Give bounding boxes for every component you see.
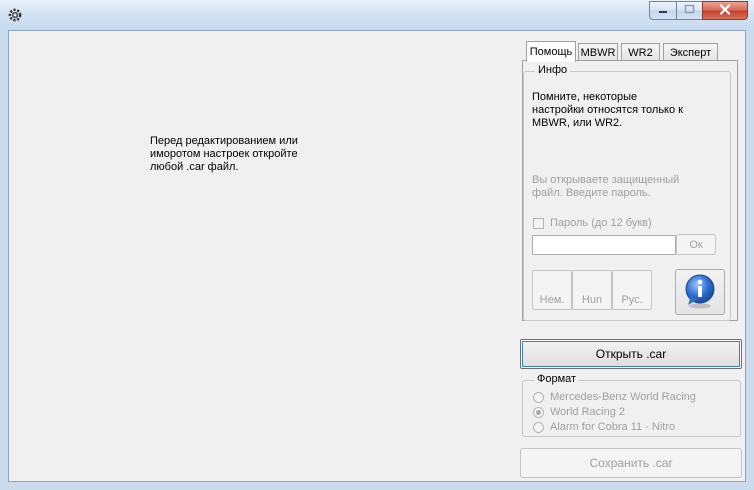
password-checkbox-row[interactable]: Пароль (до 12 букв) xyxy=(533,217,652,229)
help-tab-panel: Инфо Помните, некоторые настройки относя… xyxy=(522,60,738,321)
format-option-wr2[interactable]: World Racing 2 xyxy=(533,406,625,418)
tab-label: MBWR xyxy=(580,46,616,59)
password-checkbox-label: Пароль (до 12 букв) xyxy=(550,217,652,229)
tab-expert[interactable]: Эксперт xyxy=(663,43,718,61)
format-option-mbwr[interactable]: Mercedes-Benz World Racing xyxy=(533,391,696,403)
format-radio[interactable] xyxy=(533,406,544,418)
save-car-button-label: Сохранить .car xyxy=(589,456,673,470)
preview-pane: Перед редактированием или иморотом настр… xyxy=(9,31,513,481)
password-input[interactable] xyxy=(532,235,676,255)
lang-label: Hun xyxy=(581,294,603,306)
info-group: Инфо Помните, некоторые настройки относя… xyxy=(523,64,731,321)
lang-hungarian-button[interactable]: Hun xyxy=(572,270,612,310)
tab-wr2[interactable]: WR2 xyxy=(621,43,660,61)
info-group-label: Инфо xyxy=(535,64,571,76)
format-option-label: World Racing 2 xyxy=(550,406,625,418)
close-icon xyxy=(719,3,731,18)
format-option-cobra11[interactable]: Alarm for Cobra 11 - Nitro xyxy=(533,421,675,433)
client-area: Перед редактированием или иморотом настр… xyxy=(8,30,746,482)
protected-file-text: Вы открываете защищенный файл. Введите п… xyxy=(532,174,680,199)
save-car-button[interactable]: Сохранить .car xyxy=(520,448,742,478)
format-group-label: Формат xyxy=(534,373,580,385)
ok-button[interactable]: Ок xyxy=(676,234,716,255)
lang-german-button[interactable]: Нем. xyxy=(532,270,572,310)
tab-mbwr[interactable]: MBWR xyxy=(578,43,618,61)
minimize-icon xyxy=(658,5,668,17)
lang-label: Нем. xyxy=(539,294,565,306)
format-radio[interactable] xyxy=(533,391,544,403)
maximize-button[interactable] xyxy=(676,1,702,20)
tab-label: Эксперт xyxy=(669,46,712,59)
minimize-button[interactable] xyxy=(649,1,676,20)
open-file-hint: Перед редактированием или иморотом настр… xyxy=(150,135,298,173)
open-car-button-label: Открыть .car xyxy=(595,347,667,361)
format-group: Формат Mercedes-Benz World Racing World … xyxy=(522,373,741,437)
info-button[interactable] xyxy=(675,269,725,315)
info-text: Помните, некоторые настройки относятся т… xyxy=(532,91,683,129)
open-car-button[interactable]: Открыть .car xyxy=(520,339,742,369)
tab-help[interactable]: Помощь xyxy=(526,41,576,62)
lang-label: Рус. xyxy=(621,294,643,306)
window-controls xyxy=(649,1,748,20)
ok-button-label: Ок xyxy=(689,238,703,251)
close-button[interactable] xyxy=(702,1,748,20)
maximize-icon xyxy=(684,4,695,17)
title-bar[interactable] xyxy=(0,0,754,30)
gear-icon[interactable] xyxy=(7,7,23,23)
format-option-label: Alarm for Cobra 11 - Nitro xyxy=(550,421,676,433)
password-checkbox[interactable] xyxy=(533,217,544,229)
window-bottom-border xyxy=(0,482,754,490)
tab-label: Помощь xyxy=(529,46,573,58)
format-radio[interactable] xyxy=(533,421,544,433)
tab-label: WR2 xyxy=(628,46,653,59)
format-option-label: Mercedes-Benz World Racing xyxy=(550,391,696,403)
lang-russian-button[interactable]: Рус. xyxy=(612,270,652,310)
info-icon xyxy=(681,272,719,313)
